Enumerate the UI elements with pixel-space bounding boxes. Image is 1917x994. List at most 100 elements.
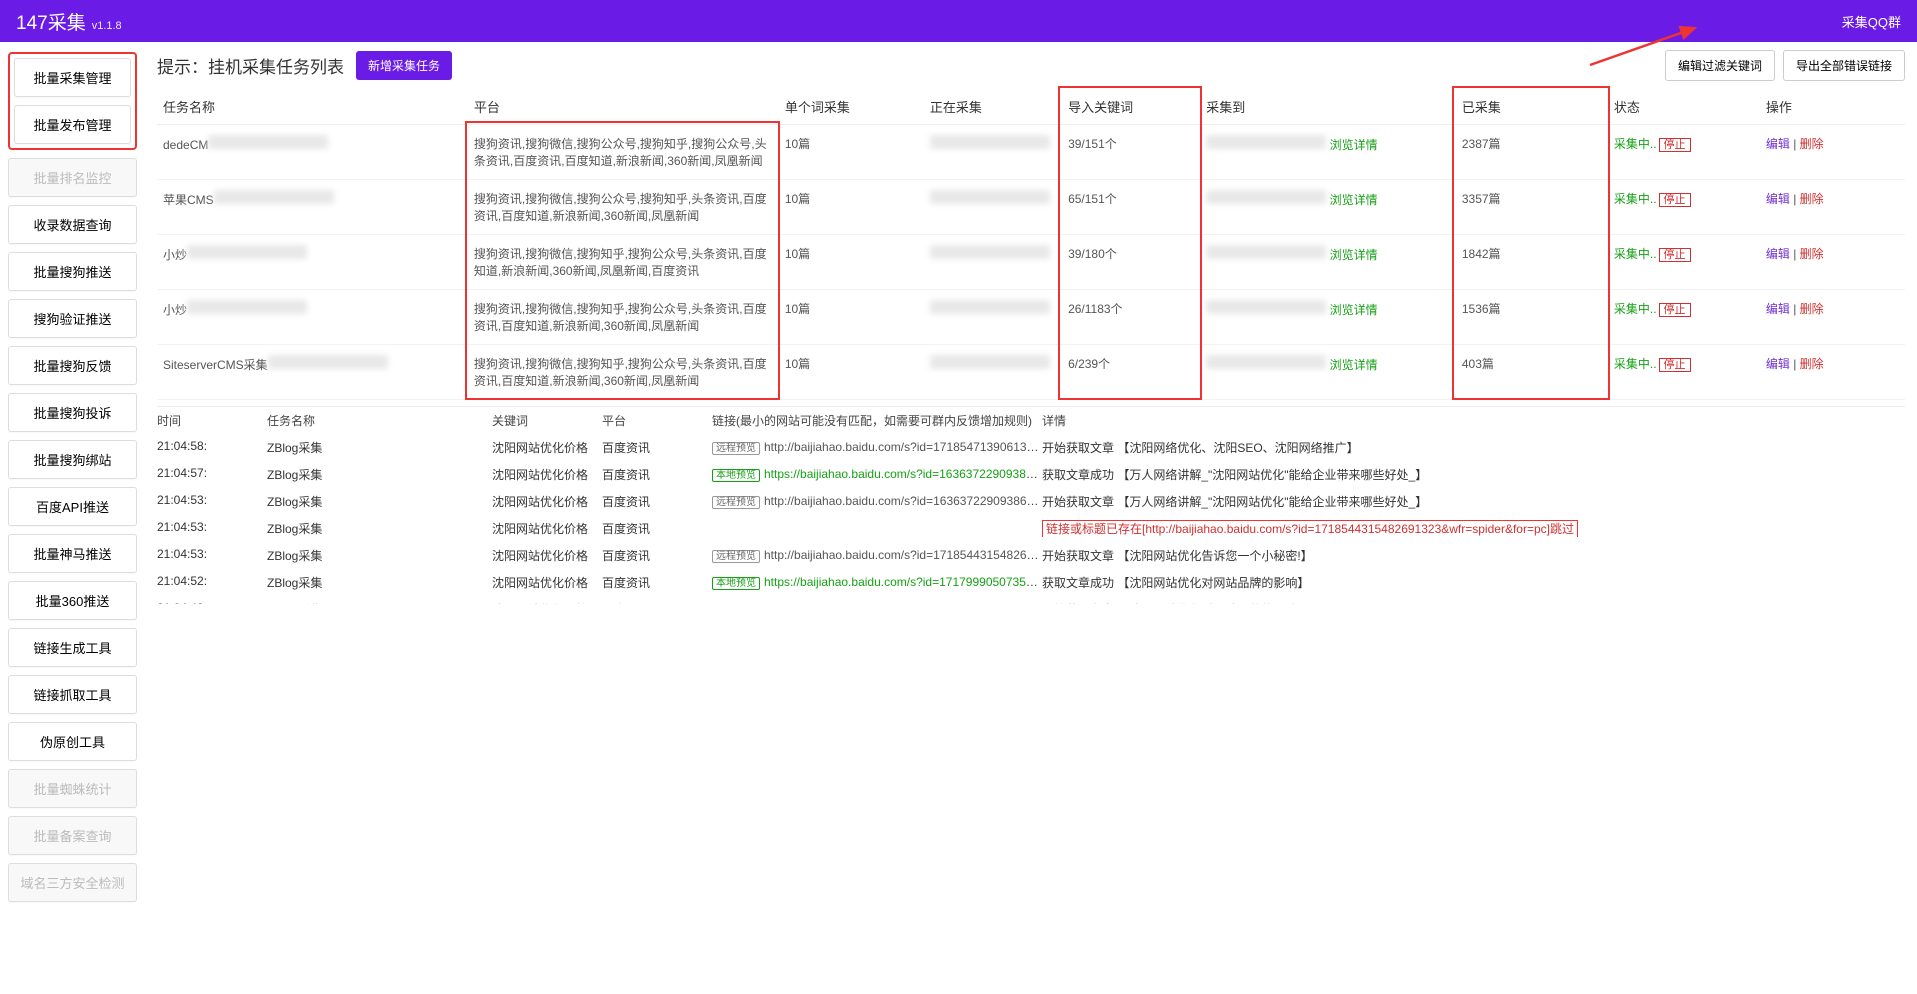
filter-keywords-button[interactable]: 编辑过滤关键词 [1665,50,1775,81]
sidebar-item-10[interactable]: 链接生成工具 [8,628,137,667]
log-detail-text: 开始获取文章 【万人网络讲解_"沈阳网站优化"能给企业带来哪些好处_】 [1042,495,1427,509]
horizontal-scrollbar[interactable] [157,604,1905,618]
sidebar-item-13: 批量蜘蛛统计 [8,769,137,808]
delete-link[interactable]: 删除 [1800,357,1824,371]
stop-button[interactable]: 停止 [1659,193,1691,207]
log-url[interactable]: http://baijiahao.baidu.com/s?id=17179990… [764,602,1042,604]
page-title: 提示：挂机采集任务列表 [157,53,344,78]
title-bar: 提示：挂机采集任务列表 新增采集任务 编辑过滤关键词 导出全部错误链接 [157,50,1905,81]
remote-preview-badge[interactable]: 远程预览 [712,496,760,509]
remote-preview-badge[interactable]: 远程预览 [712,442,760,455]
task-name: 苹果CMS [157,180,468,235]
task-ops: 编辑 | 删除 [1760,235,1905,290]
task-name: 小炒 [157,290,468,345]
edit-link[interactable]: 编辑 [1766,302,1790,316]
local-preview-badge[interactable]: 本地预览 [712,469,760,482]
edit-link[interactable]: 编辑 [1766,192,1790,206]
task-status: 采集中..停止 [1608,180,1760,235]
log-col-1: 任务名称 [267,412,492,429]
task-platforms: 搜狗资讯,搜狗微信,搜狗知乎,搜狗公众号,头条资讯,百度资讯,百度知道,新浪新闻… [468,345,779,400]
edit-link[interactable]: 编辑 [1766,137,1790,151]
log-row: 21:04:53:ZBlog采集沈阳网站优化价格百度资讯链接或标题已存在[htt… [157,515,1905,542]
app-version: v1.1.8 [92,20,122,32]
task-collecting [924,125,1062,180]
sidebar-item-1[interactable]: 收录数据查询 [8,205,137,244]
task-single: 10篇 [779,345,924,400]
task-table: 任务名称平台单个词采集正在采集导入关键词采集到已采集状态操作 dedeCM搜狗资… [157,89,1905,400]
main-content: 提示：挂机采集任务列表 新增采集任务 编辑过滤关键词 导出全部错误链接 任务名称… [145,42,1917,912]
sidebar-item-0: 批量排名监控 [8,158,137,197]
detail-link[interactable]: 浏览详情 [1330,358,1378,372]
log-panel: 时间任务名称关键词平台链接(最小的网站可能没有匹配，如需要可群内反馈增加规则)详… [157,406,1905,618]
log-col-5: 详情 [1042,412,1905,429]
delete-link[interactable]: 删除 [1800,137,1824,151]
detail-link[interactable]: 浏览详情 [1330,303,1378,317]
qq-group-link[interactable]: 采集QQ群 [1842,12,1901,31]
log-detail-text: 开始获取文章 【沈阳网站优化告诉您一个小秘密!】 [1042,549,1313,563]
log-col-4: 链接(最小的网站可能没有匹配，如需要可群内反馈增加规则) [712,412,1042,429]
stop-button[interactable]: 停止 [1659,358,1691,372]
detail-link[interactable]: 浏览详情 [1330,193,1378,207]
stop-button[interactable]: 停止 [1659,303,1691,317]
log-scroll[interactable]: 21:04:58:ZBlog采集沈阳网站优化价格百度资讯远程预览http://b… [157,434,1905,604]
sidebar-item-7[interactable]: 百度API推送 [8,487,137,526]
log-url[interactable]: http://baijiahao.baidu.com/s?id=17185443… [764,548,1042,562]
remote-preview-badge[interactable]: 远程预览 [712,550,760,563]
col-header-1: 平台 [468,89,779,125]
sidebar-item-12[interactable]: 伪原创工具 [8,722,137,761]
col-header-2: 单个词采集 [779,89,924,125]
detail-link[interactable]: 浏览详情 [1330,248,1378,262]
task-ops: 编辑 | 删除 [1760,180,1905,235]
log-url[interactable]: https://baijiahao.baidu.com/s?id=1717999… [764,575,1042,589]
log-row: 21:04:48:ZBlog采集沈阳网站优化价格百度资讯远程预览http://b… [157,596,1905,604]
task-status: 采集中..停止 [1608,290,1760,345]
task-ops: 编辑 | 删除 [1760,290,1905,345]
task-platforms: 搜狗资讯,搜狗微信,搜狗公众号,搜狗知乎,搜狗公众号,头条资讯,百度资讯,百度知… [468,125,779,180]
sidebar-item-3[interactable]: 搜狗验证推送 [8,299,137,338]
task-done: 1842篇 [1456,235,1608,290]
detail-link[interactable]: 浏览详情 [1330,138,1378,152]
edit-link[interactable]: 编辑 [1766,357,1790,371]
stop-button[interactable]: 停止 [1659,248,1691,262]
task-status: 采集中..停止 [1608,125,1760,180]
add-task-button[interactable]: 新增采集任务 [356,51,452,80]
sidebar-item-6[interactable]: 批量搜狗绑站 [8,440,137,479]
sidebar-item-2[interactable]: 批量搜狗推送 [8,252,137,291]
sidebar-item-9[interactable]: 批量360推送 [8,581,137,620]
col-header-0: 任务名称 [157,89,468,125]
task-keywords: 65/151个 [1062,180,1200,235]
sidebar-item-8[interactable]: 批量神马推送 [8,534,137,573]
delete-link[interactable]: 删除 [1800,247,1824,261]
task-done: 403篇 [1456,345,1608,400]
log-row: 21:04:53:ZBlog采集沈阳网站优化价格百度资讯远程预览http://b… [157,488,1905,515]
edit-link[interactable]: 编辑 [1766,247,1790,261]
sidebar-item-11[interactable]: 链接抓取工具 [8,675,137,714]
task-single: 10篇 [779,290,924,345]
delete-link[interactable]: 删除 [1800,302,1824,316]
local-preview-badge[interactable]: 本地预览 [712,577,760,590]
log-url[interactable]: https://baijiahao.baidu.com/s?id=1636372… [764,467,1042,481]
log-detail-text: 获取文章成功 【万人网络讲解_"沈阳网站优化"能给企业带来哪些好处_】 [1042,468,1427,482]
col-header-8: 操作 [1760,89,1905,125]
log-url[interactable]: http://baijiahao.baidu.com/s?id=17185471… [764,440,1042,454]
task-target: 浏览详情 [1200,290,1456,345]
sidebar-publish-manage[interactable]: 批量发布管理 [14,105,131,144]
delete-link[interactable]: 删除 [1800,192,1824,206]
task-row: SiteserverCMS采集搜狗资讯,搜狗微信,搜狗知乎,搜狗公众号,头条资讯… [157,345,1905,400]
task-done: 2387篇 [1456,125,1608,180]
log-col-2: 关键词 [492,412,602,429]
task-row: 小炒搜狗资讯,搜狗微信,搜狗知乎,搜狗公众号,头条资讯,百度资讯,百度知道,新浪… [157,290,1905,345]
task-collecting [924,235,1062,290]
task-status: 采集中..停止 [1608,235,1760,290]
sidebar-item-5[interactable]: 批量搜狗投诉 [8,393,137,432]
stop-button[interactable]: 停止 [1659,138,1691,152]
log-detail-text: 开始获取文章 【沈阳网络优化、沈阳SEO、沈阳网络推广】 [1042,441,1359,455]
log-url[interactable]: http://baijiahao.baidu.com/s?id=16363722… [764,494,1042,508]
sidebar-collect-manage[interactable]: 批量采集管理 [14,58,131,97]
export-errors-button[interactable]: 导出全部错误链接 [1783,50,1905,81]
task-collecting [924,345,1062,400]
task-keywords: 6/239个 [1062,345,1200,400]
task-ops: 编辑 | 删除 [1760,345,1905,400]
sidebar-item-4[interactable]: 批量搜狗反馈 [8,346,137,385]
task-row: 小炒搜狗资讯,搜狗微信,搜狗知乎,搜狗公众号,头条资讯,百度知道,新浪新闻,36… [157,235,1905,290]
